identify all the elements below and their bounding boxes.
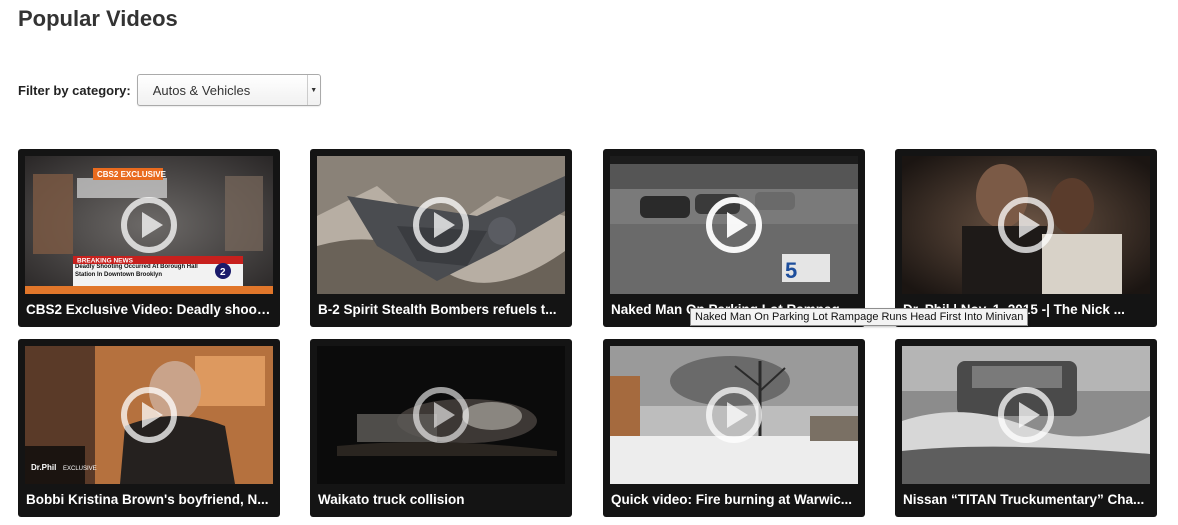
video-card[interactable]: Quick video: Fire burning at Warwic... [603, 339, 865, 517]
play-circle-icon[interactable] [997, 196, 1055, 254]
chevron-down-icon[interactable]: ▼ [306, 75, 320, 105]
category-filter: Filter by category: Autos & Vehicles ▼ [18, 74, 321, 106]
play-circle-icon[interactable] [705, 196, 763, 254]
play-circle-icon[interactable] [412, 196, 470, 254]
filter-label: Filter by category: [18, 82, 131, 98]
video-thumbnail[interactable]: Dr.Phil EXCLUSIVE [25, 346, 273, 484]
play-circle-icon[interactable] [120, 386, 178, 444]
video-thumbnail[interactable]: CBS2 EXCLUSIVE BREAKING NEWS Deadly Shoo… [25, 156, 273, 294]
play-circle-icon[interactable] [412, 386, 470, 444]
ticker-text: Deadly Shooting Occurred At Borough Hall… [75, 264, 198, 278]
video-card[interactable]: Waikato truck collision [310, 339, 572, 517]
play-circle-icon[interactable] [120, 196, 178, 254]
station-logo: 5 [785, 258, 797, 283]
video-title[interactable]: Quick video: Fire burning at Warwic... [611, 492, 857, 507]
video-title[interactable]: Waikato truck collision [318, 492, 564, 507]
video-card[interactable]: Nissan “TITAN Truckumentary” Cha... [895, 339, 1157, 517]
video-title[interactable]: CBS2 Exclusive Video: Deadly shooting oc… [26, 302, 272, 317]
page-title: Popular Videos [18, 6, 178, 31]
play-circle-icon[interactable] [705, 386, 763, 444]
badge-text: CBS2 EXCLUSIVE [97, 170, 167, 179]
video-title[interactable]: Nissan “TITAN Truckumentary” Cha... [903, 492, 1149, 507]
play-circle-icon[interactable] [997, 386, 1055, 444]
video-thumbnail[interactable] [317, 346, 565, 484]
video-thumbnail[interactable] [317, 156, 565, 294]
video-thumbnail[interactable] [902, 156, 1150, 294]
video-thumbnail[interactable] [610, 346, 858, 484]
video-card[interactable]: B-2 Spirit Stealth Bombers refuels t... [310, 149, 572, 327]
category-select-value: Autos & Vehicles [152, 82, 251, 98]
video-card[interactable]: CBS2 EXCLUSIVE BREAKING NEWS Deadly Shoo… [18, 149, 280, 327]
video-title[interactable]: Bobbi Kristina Brown's boyfriend, N... [26, 492, 272, 507]
station-logo: 2 [220, 267, 226, 278]
svg-text:Dr.Phil: Dr.Phil [31, 463, 56, 472]
video-title-tooltip: Naked Man On Parking Lot Rampage Runs He… [690, 308, 1029, 326]
video-card[interactable]: Dr. Phil | Nov. 1, 2015 -| The Nick ... [895, 149, 1157, 327]
video-title[interactable]: B-2 Spirit Stealth Bombers refuels t... [318, 302, 564, 317]
video-thumbnail[interactable] [902, 346, 1150, 484]
category-select[interactable]: Autos & Vehicles ▼ [136, 74, 321, 106]
video-card[interactable]: 5 Naked Man On Parking Lot Rampage Runs … [603, 149, 865, 327]
show-logo: EXCLUSIVE [63, 466, 97, 472]
video-thumbnail[interactable]: 5 [610, 156, 858, 294]
video-card[interactable]: Dr.Phil EXCLUSIVE Bobbi Kristina Brown's… [18, 339, 280, 517]
